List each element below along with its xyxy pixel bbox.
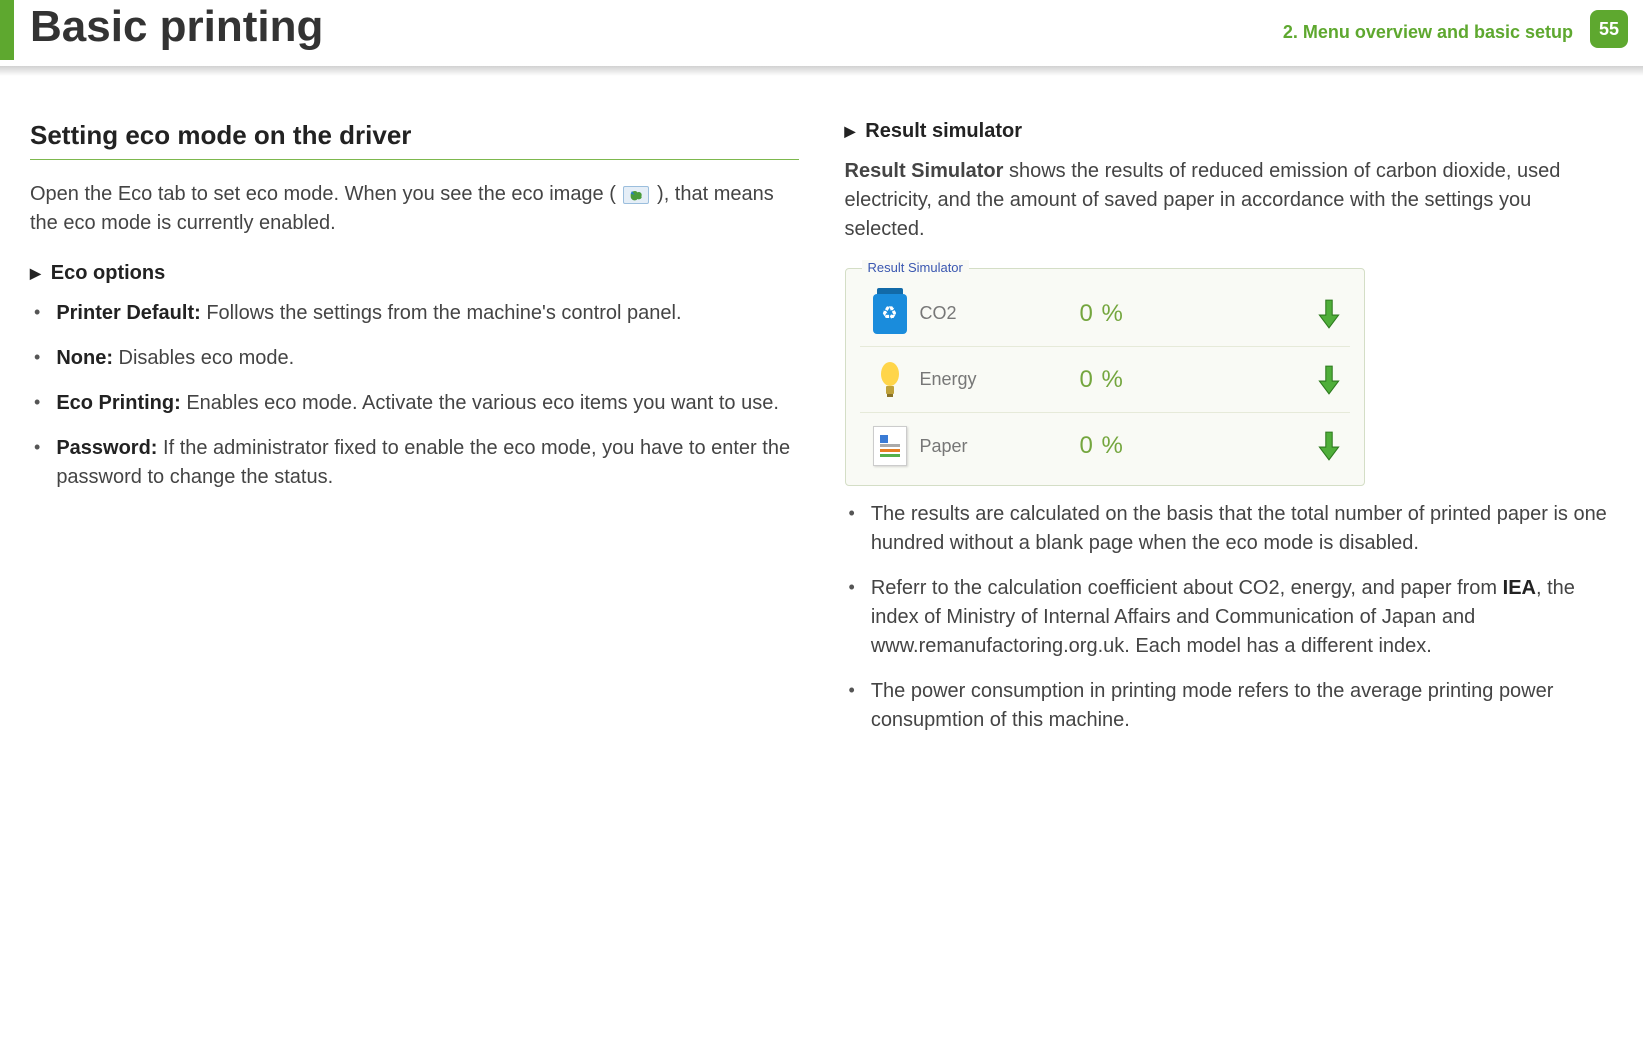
down-arrow-icon — [1200, 430, 1350, 462]
sim-label: CO2 — [920, 303, 1080, 324]
result-simulator-panel: Result Simulator CO2 0 % Energy 0 % Pape… — [845, 268, 1365, 486]
note-text: The power consumption in printing mode r… — [871, 677, 1613, 735]
document-icon — [860, 426, 920, 466]
lead-term: Result Simulator — [845, 160, 1004, 182]
subsection-result-simulator: ▶ Result simulator — [845, 120, 1614, 143]
sim-label: Paper — [920, 436, 1080, 457]
item-desc: Disables eco mode. — [113, 347, 294, 369]
item-title: None: — [56, 347, 113, 369]
left-column: Setting eco mode on the driver Open the … — [30, 120, 799, 751]
list-item: The power consumption in printing mode r… — [849, 677, 1614, 735]
item-desc: If the administrator fixed to enable the… — [56, 437, 790, 488]
down-arrow-icon — [1200, 364, 1350, 396]
accent-tab — [0, 0, 14, 60]
sim-row-co2: CO2 0 % — [860, 281, 1350, 347]
list-item: Password: If the administrator fixed to … — [34, 434, 799, 492]
eco-options-list: Printer Default: Follows the settings fr… — [30, 299, 799, 492]
note-text-a: Referr to the calculation coefficient ab… — [871, 577, 1503, 599]
chapter-label: 2. Menu overview and basic setup — [1283, 22, 1573, 43]
list-item: None: Disables eco mode. — [34, 344, 799, 373]
result-sim-paragraph: Result Simulator shows the results of re… — [845, 157, 1614, 244]
subsection-eco-options: ▶ Eco options — [30, 262, 799, 285]
sim-value: 0 % — [1080, 432, 1200, 460]
panel-title: Result Simulator — [862, 260, 969, 275]
list-item: Referr to the calculation coefficient ab… — [849, 574, 1614, 661]
eco-mode-icon — [623, 186, 649, 204]
list-item: Printer Default: Follows the settings fr… — [34, 299, 799, 328]
intro-text-a: Open the Eco tab to set eco mode. When y… — [30, 183, 616, 205]
list-item: The results are calculated on the basis … — [849, 500, 1614, 558]
item-title: Eco Printing: — [56, 392, 180, 414]
item-title: Password: — [56, 437, 157, 459]
page-title: Basic printing — [30, 2, 323, 52]
section-heading: Setting eco mode on the driver — [30, 120, 799, 160]
down-arrow-icon — [1200, 298, 1350, 330]
note-term: IEA — [1503, 577, 1536, 599]
lightbulb-icon — [860, 360, 920, 400]
note-text: The results are calculated on the basis … — [871, 500, 1613, 558]
sim-value: 0 % — [1080, 300, 1200, 328]
recycle-bin-icon — [860, 294, 920, 334]
sim-row-energy: Energy 0 % — [860, 347, 1350, 413]
sim-row-paper: Paper 0 % — [860, 413, 1350, 479]
header-divider — [0, 66, 1643, 76]
item-title: Printer Default: — [56, 302, 200, 324]
sim-label: Energy — [920, 369, 1080, 390]
triangle-bullet-icon: ▶ — [845, 123, 856, 140]
page-header: Basic printing 2. Menu overview and basi… — [0, 0, 1643, 70]
list-item: Eco Printing: Enables eco mode. Activate… — [34, 389, 799, 418]
sim-value: 0 % — [1080, 366, 1200, 394]
item-desc: Follows the settings from the machine's … — [201, 302, 682, 324]
triangle-bullet-icon: ▶ — [30, 265, 41, 282]
intro-paragraph: Open the Eco tab to set eco mode. When y… — [30, 180, 799, 238]
notes-list: The results are calculated on the basis … — [845, 500, 1614, 735]
subsection-label: Result simulator — [865, 120, 1022, 143]
item-desc: Enables eco mode. Activate the various e… — [181, 392, 779, 414]
right-column: ▶ Result simulator Result Simulator show… — [845, 120, 1614, 751]
page-number: 55 — [1590, 10, 1628, 48]
subsection-label: Eco options — [51, 262, 165, 285]
